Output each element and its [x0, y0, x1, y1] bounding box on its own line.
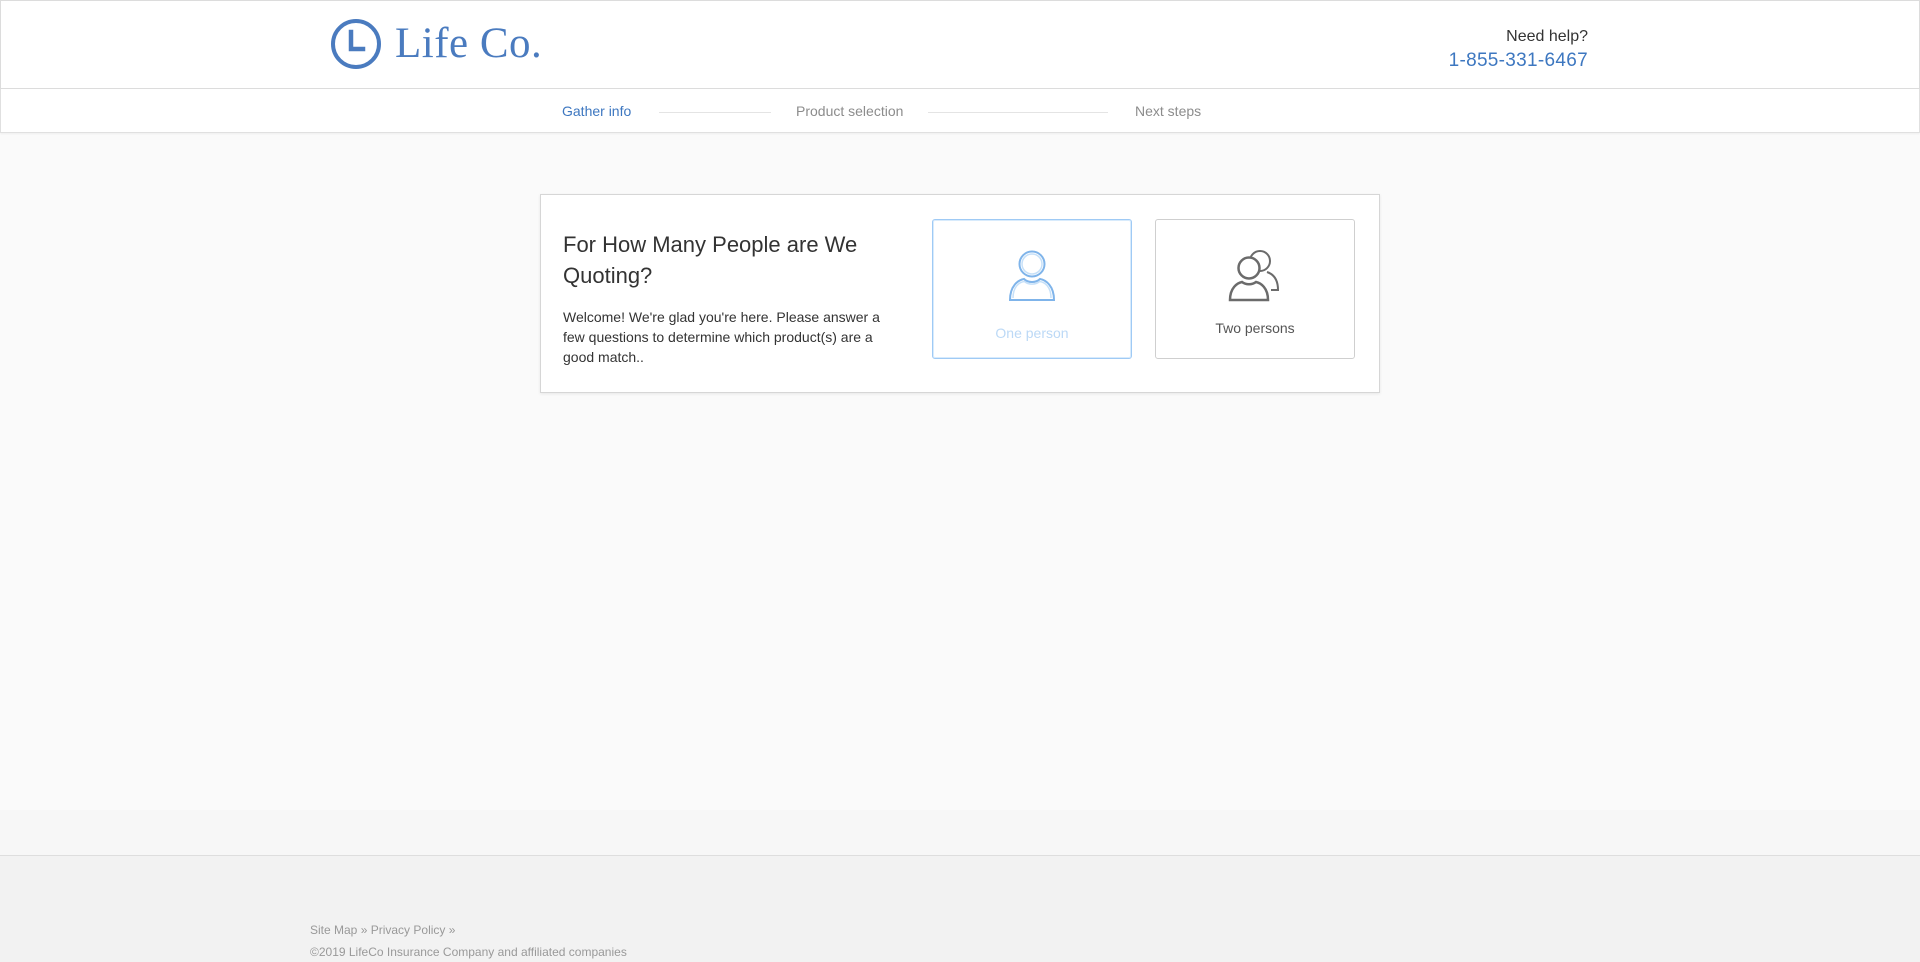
footer-spacer — [0, 810, 1920, 855]
help-label: Need help? — [1506, 28, 1588, 45]
question-description: Welcome! We're glad you're here. Please … — [563, 309, 880, 365]
one-person-option[interactable]: One person — [932, 219, 1132, 359]
person-icon — [1008, 250, 1056, 301]
question-card: For How Many People are We Quoting? Welc… — [540, 194, 1380, 393]
help-phone-link[interactable]: 1-855-331-6467 — [1449, 50, 1588, 72]
site-header: Life Co. Need help? 1-855-331-6467 — [0, 0, 1920, 89]
privacy-policy-link[interactable]: Privacy Policy » — [371, 923, 456, 937]
brand-name: Life Co. — [395, 20, 543, 67]
progress-steps: Gather info Product selection Next steps — [0, 89, 1920, 133]
logo[interactable]: Life Co. — [330, 18, 542, 70]
help-contact: Need help? 1-855-331-6467 — [1449, 27, 1588, 72]
one-person-label: One person — [995, 325, 1069, 341]
site-footer: Site Map » Privacy Policy » ©2019 LifeCo… — [0, 855, 1920, 962]
footer-links: Site Map » Privacy Policy » — [310, 922, 455, 938]
step-product-selection[interactable]: Product selection — [796, 102, 903, 120]
copyright-text: ©2019 LifeCo Insurance Company and affil… — [310, 945, 627, 959]
step-next-steps[interactable]: Next steps — [1135, 102, 1201, 120]
two-persons-icon — [1228, 250, 1280, 302]
step-connector — [928, 112, 1108, 113]
question-title: For How Many People are We Quoting? — [563, 232, 858, 288]
step-gather-info[interactable]: Gather info — [562, 102, 631, 120]
two-persons-option[interactable]: Two persons — [1155, 219, 1355, 359]
two-persons-label: Two persons — [1215, 320, 1295, 336]
site-map-link[interactable]: Site Map » — [310, 923, 367, 937]
step-connector — [659, 112, 771, 113]
clock-logo-icon — [331, 19, 381, 69]
